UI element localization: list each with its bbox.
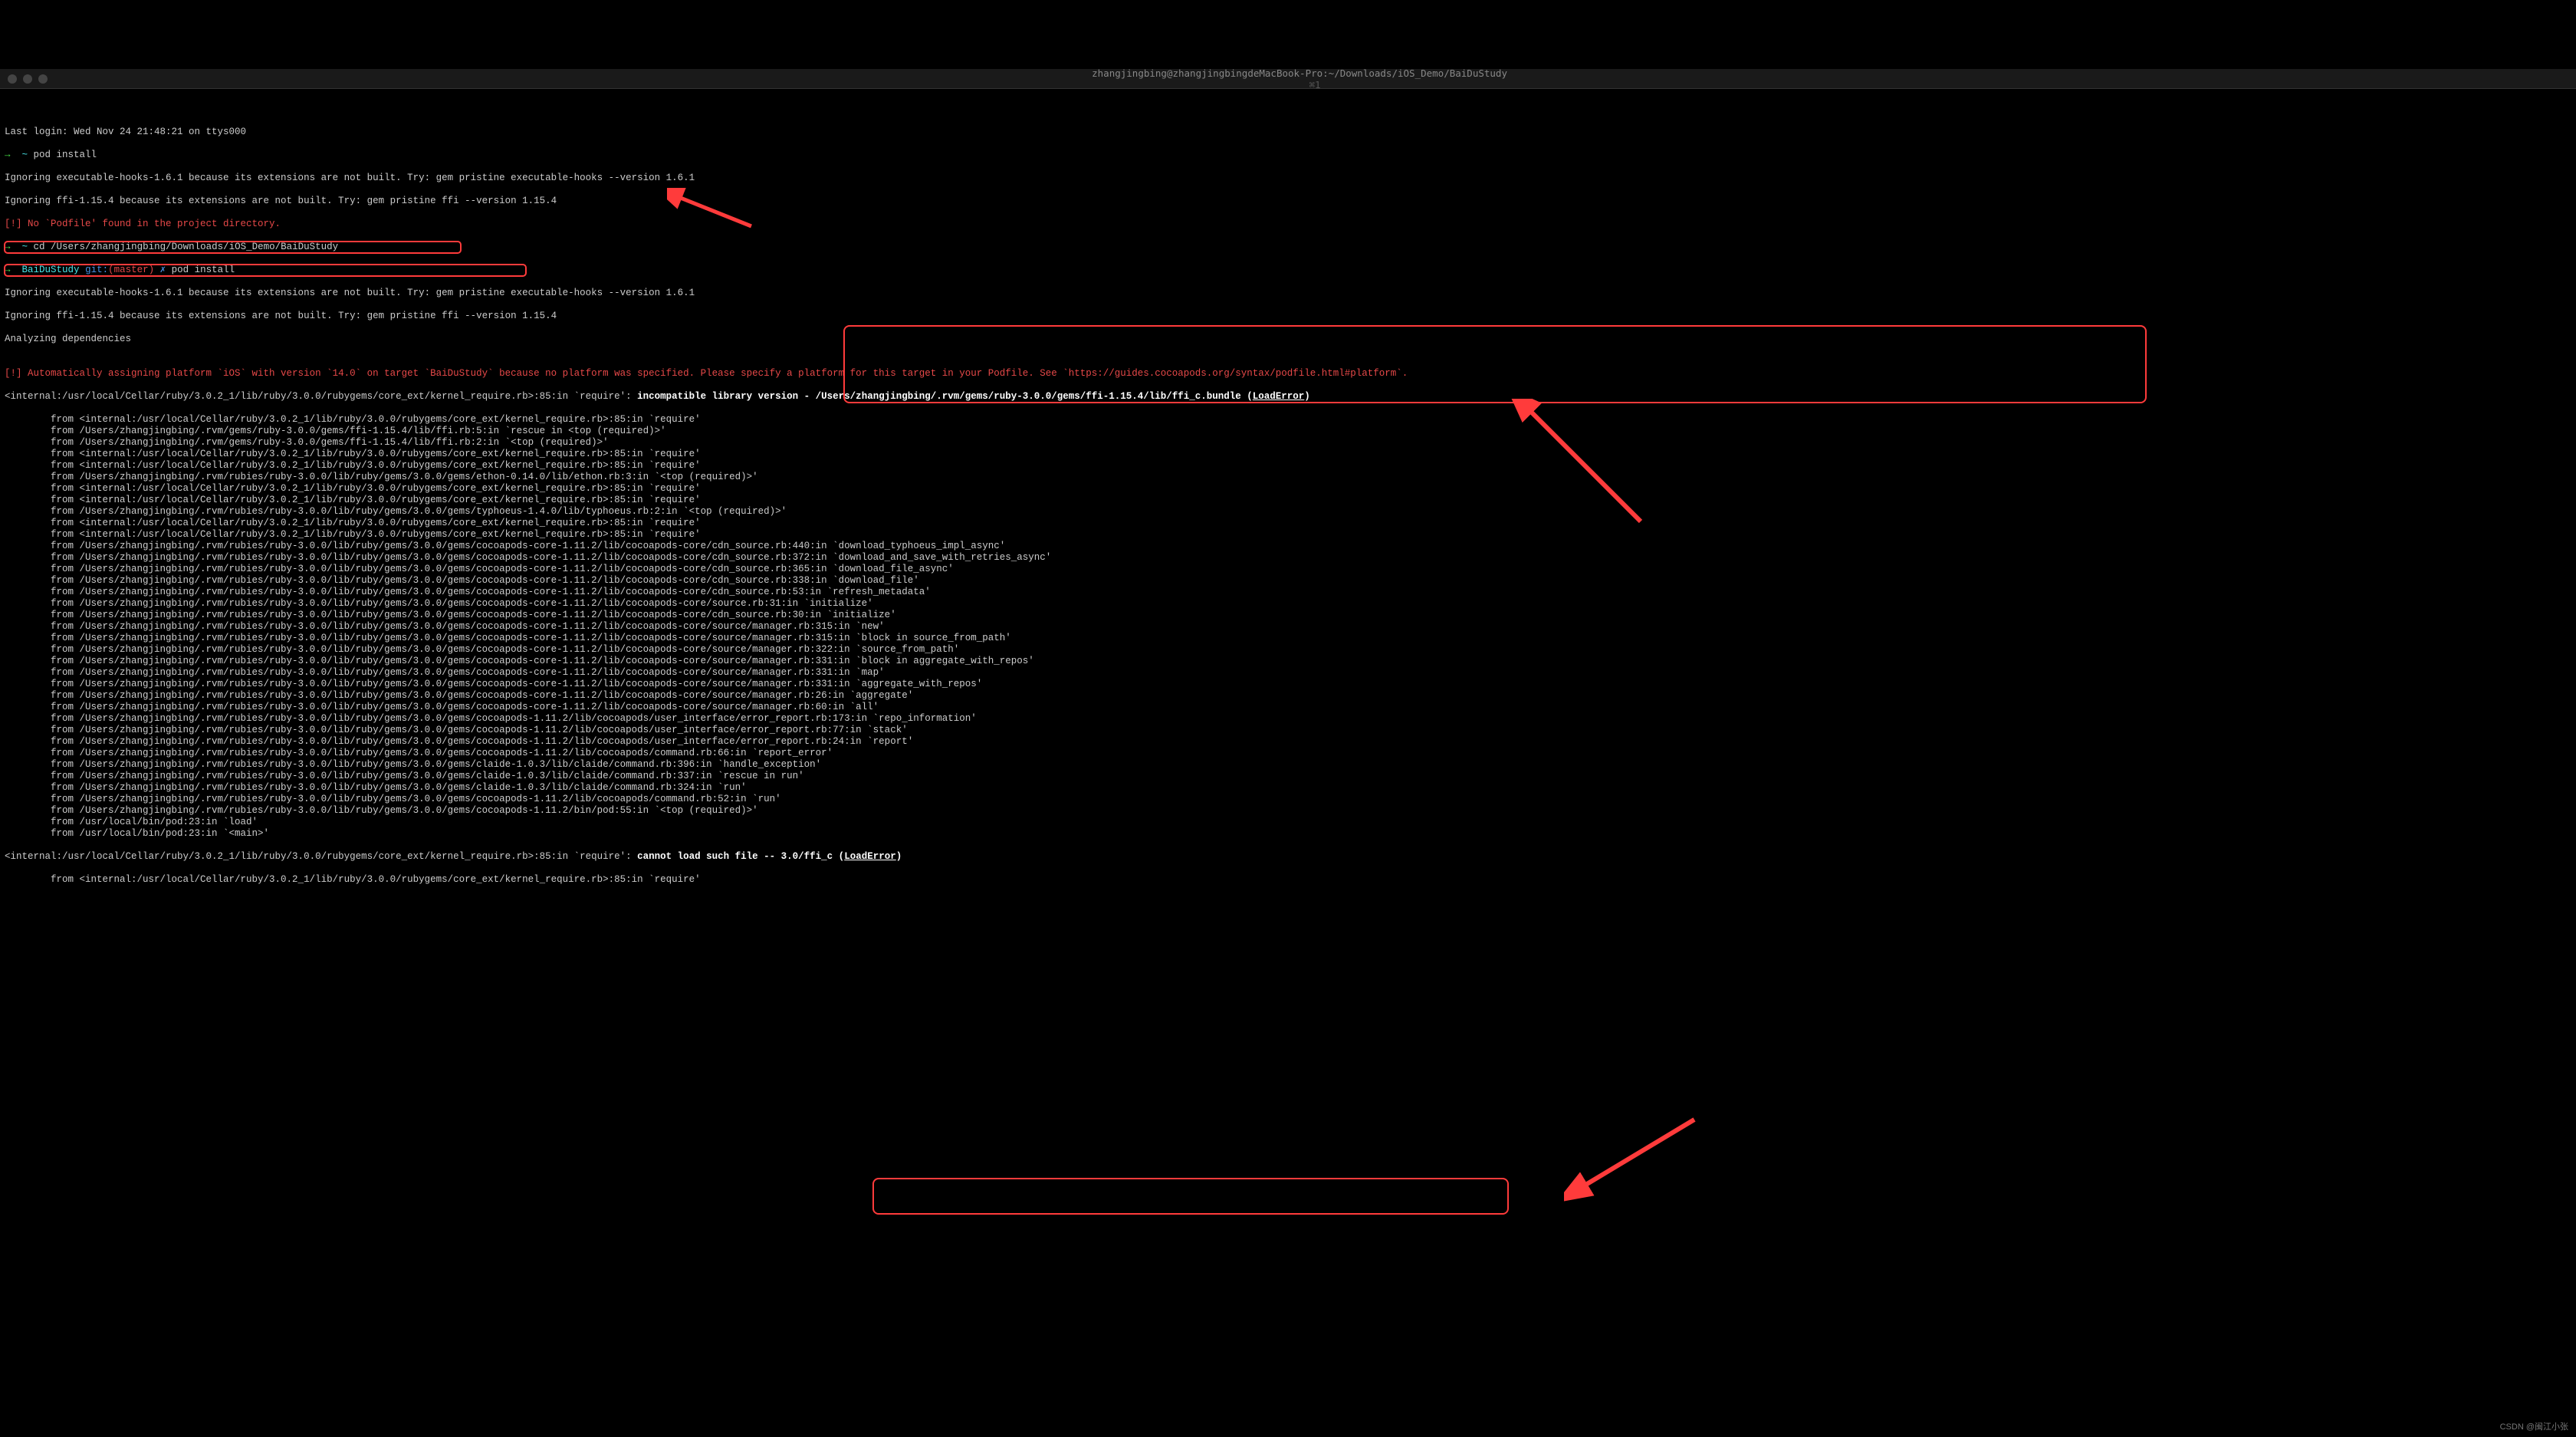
stack-trace-line: from /Users/zhangjingbing/.rvm/rubies/ru… <box>5 633 2571 644</box>
stack-trace-line: from <internal:/usr/local/Cellar/ruby/3.… <box>5 483 2571 495</box>
stack-trace-line: from /Users/zhangjingbing/.rvm/rubies/ru… <box>5 736 2571 748</box>
prompt-arrow-icon: → <box>5 265 11 275</box>
error-location: <internal:/usr/local/Cellar/ruby/3.0.2_1… <box>5 851 637 862</box>
prompt-arrow-icon: → <box>5 150 11 160</box>
stack-trace-line: from <internal:/usr/local/Cellar/ruby/3.… <box>5 414 2571 426</box>
stack-trace-line: from /Users/zhangjingbing/.rvm/rubies/ru… <box>5 771 2571 782</box>
stack-trace-line: from /Users/zhangjingbing/.rvm/rubies/ru… <box>5 575 2571 587</box>
stack-trace-line: from /usr/local/bin/pod:23:in `load' <box>5 817 2571 828</box>
output-line: Ignoring executable-hooks-1.6.1 because … <box>5 288 2571 299</box>
stack-trace-line: from /Users/zhangjingbing/.rvm/rubies/ru… <box>5 552 2571 564</box>
output-line: Ignoring ffi-1.15.4 because its extensio… <box>5 311 2571 322</box>
prompt-line-1: → ~ pod install <box>5 150 2571 161</box>
stack-trace-line: from /Users/zhangjingbing/.rvm/rubies/ru… <box>5 644 2571 656</box>
prompt-line-2: → ~ cd /Users/zhangjingbing/Downloads/iO… <box>5 242 2571 253</box>
stack-trace-line: from /Users/zhangjingbing/.rvm/rubies/ru… <box>5 598 2571 610</box>
stack-trace-line: from /usr/local/bin/pod:23:in `<main>' <box>5 828 2571 840</box>
stack-trace-line: from /Users/zhangjingbing/.rvm/rubies/ru… <box>5 759 2571 771</box>
stack-trace-line: from <internal:/usr/local/Cellar/ruby/3.… <box>5 460 2571 472</box>
prompt-path: ~ <box>22 150 28 160</box>
stack-trace-line: from /Users/zhangjingbing/.rvm/rubies/ru… <box>5 564 2571 575</box>
stack-trace-line: from /Users/zhangjingbing/.rvm/gems/ruby… <box>5 426 2571 437</box>
error-line: [!] No `Podfile' found in the project di… <box>5 219 2571 230</box>
stack-trace-line: from /Users/zhangjingbing/.rvm/rubies/ru… <box>5 690 2571 702</box>
stack-trace-line: from /Users/zhangjingbing/.rvm/rubies/ru… <box>5 506 2571 518</box>
tab-shortcut: ⌘1 <box>1309 79 1321 90</box>
stack-trace-line: from /Users/zhangjingbing/.rvm/rubies/ru… <box>5 610 2571 621</box>
stack-trace-line: from /Users/zhangjingbing/.rvm/rubies/ru… <box>5 656 2571 667</box>
error-heading-line-2: <internal:/usr/local/Cellar/ruby/3.0.2_1… <box>5 851 2571 863</box>
stack-trace-line: from /Users/zhangjingbing/.rvm/rubies/ru… <box>5 702 2571 713</box>
stack-trace-line: from <internal:/usr/local/Cellar/ruby/3.… <box>5 495 2571 506</box>
error-close: ) <box>896 851 902 862</box>
command-text: cd /Users/zhangjingbing/Downloads/iOS_De… <box>28 242 338 252</box>
git-dirty-icon: ✗ <box>154 265 166 275</box>
stack-trace-line: from /Users/zhangjingbing/.rvm/rubies/ru… <box>5 782 2571 794</box>
prompt-line-3: → BaiDuStudy git:(master) ✗ pod install <box>5 265 2571 276</box>
stack-trace-line: from /Users/zhangjingbing/.rvm/rubies/ru… <box>5 667 2571 679</box>
stack-trace-line: from /Users/zhangjingbing/.rvm/rubies/ru… <box>5 713 2571 725</box>
git-label: git: <box>85 265 108 275</box>
last-login-line: Last login: Wed Nov 24 21:48:21 on ttys0… <box>5 127 2571 138</box>
stack-trace-line: from /Users/zhangjingbing/.rvm/rubies/ru… <box>5 541 2571 552</box>
command-text: pod install <box>166 265 235 275</box>
stack-trace-line: from <internal:/usr/local/Cellar/ruby/3.… <box>5 518 2571 529</box>
output-line: Ignoring executable-hooks-1.6.1 because … <box>5 173 2571 184</box>
git-branch: (master) <box>108 265 154 275</box>
stack-trace-line: from /Users/zhangjingbing/.rvm/rubies/ru… <box>5 679 2571 690</box>
error-message: cannot load such file -- 3.0/ffi_c ( <box>637 851 844 862</box>
annotation-box <box>843 325 2147 403</box>
window-titlebar: zhangjingbing@zhangjingbingdeMacBook-Pro… <box>0 69 2576 89</box>
stack-trace-line: from /Users/zhangjingbing/.rvm/rubies/ru… <box>5 472 2571 483</box>
window-title: zhangjingbing@zhangjingbingdeMacBook-Pro… <box>1092 67 1507 79</box>
stack-trace-line: from <internal:/usr/local/Cellar/ruby/3.… <box>5 529 2571 541</box>
error-class: LoadError <box>844 851 896 862</box>
prompt-dir: BaiDuStudy <box>22 265 80 275</box>
stack-trace-line: from <internal:/usr/local/Cellar/ruby/3.… <box>5 449 2571 460</box>
annotation-box <box>872 1178 1509 1215</box>
stack-trace-line: from /Users/zhangjingbing/.rvm/rubies/ru… <box>5 621 2571 633</box>
stack-trace-line: from /Users/zhangjingbing/.rvm/rubies/ru… <box>5 587 2571 598</box>
command-text: pod install <box>28 150 97 160</box>
prompt-path: ~ <box>22 242 28 252</box>
stack-trace-line: from /Users/zhangjingbing/.rvm/rubies/ru… <box>5 748 2571 759</box>
terminal-output[interactable]: Last login: Wed Nov 24 21:48:21 on ttys0… <box>0 112 2576 900</box>
stack-trace-line: from /Users/zhangjingbing/.rvm/rubies/ru… <box>5 794 2571 805</box>
watermark: CSDN @闽江小张 <box>2500 1422 2568 1432</box>
error-location: <internal:/usr/local/Cellar/ruby/3.0.2_1… <box>5 391 637 402</box>
stack-trace-line: from <internal:/usr/local/Cellar/ruby/3.… <box>5 874 2571 886</box>
output-line: Ignoring ffi-1.15.4 because its extensio… <box>5 196 2571 207</box>
prompt-arrow-icon: → <box>5 242 11 252</box>
stack-trace-line: from /Users/zhangjingbing/.rvm/rubies/ru… <box>5 805 2571 817</box>
stack-trace-line: from /Users/zhangjingbing/.rvm/gems/ruby… <box>5 437 2571 449</box>
annotation-arrow-icon <box>1564 1112 1702 1204</box>
stack-trace-line: from /Users/zhangjingbing/.rvm/rubies/ru… <box>5 725 2571 736</box>
